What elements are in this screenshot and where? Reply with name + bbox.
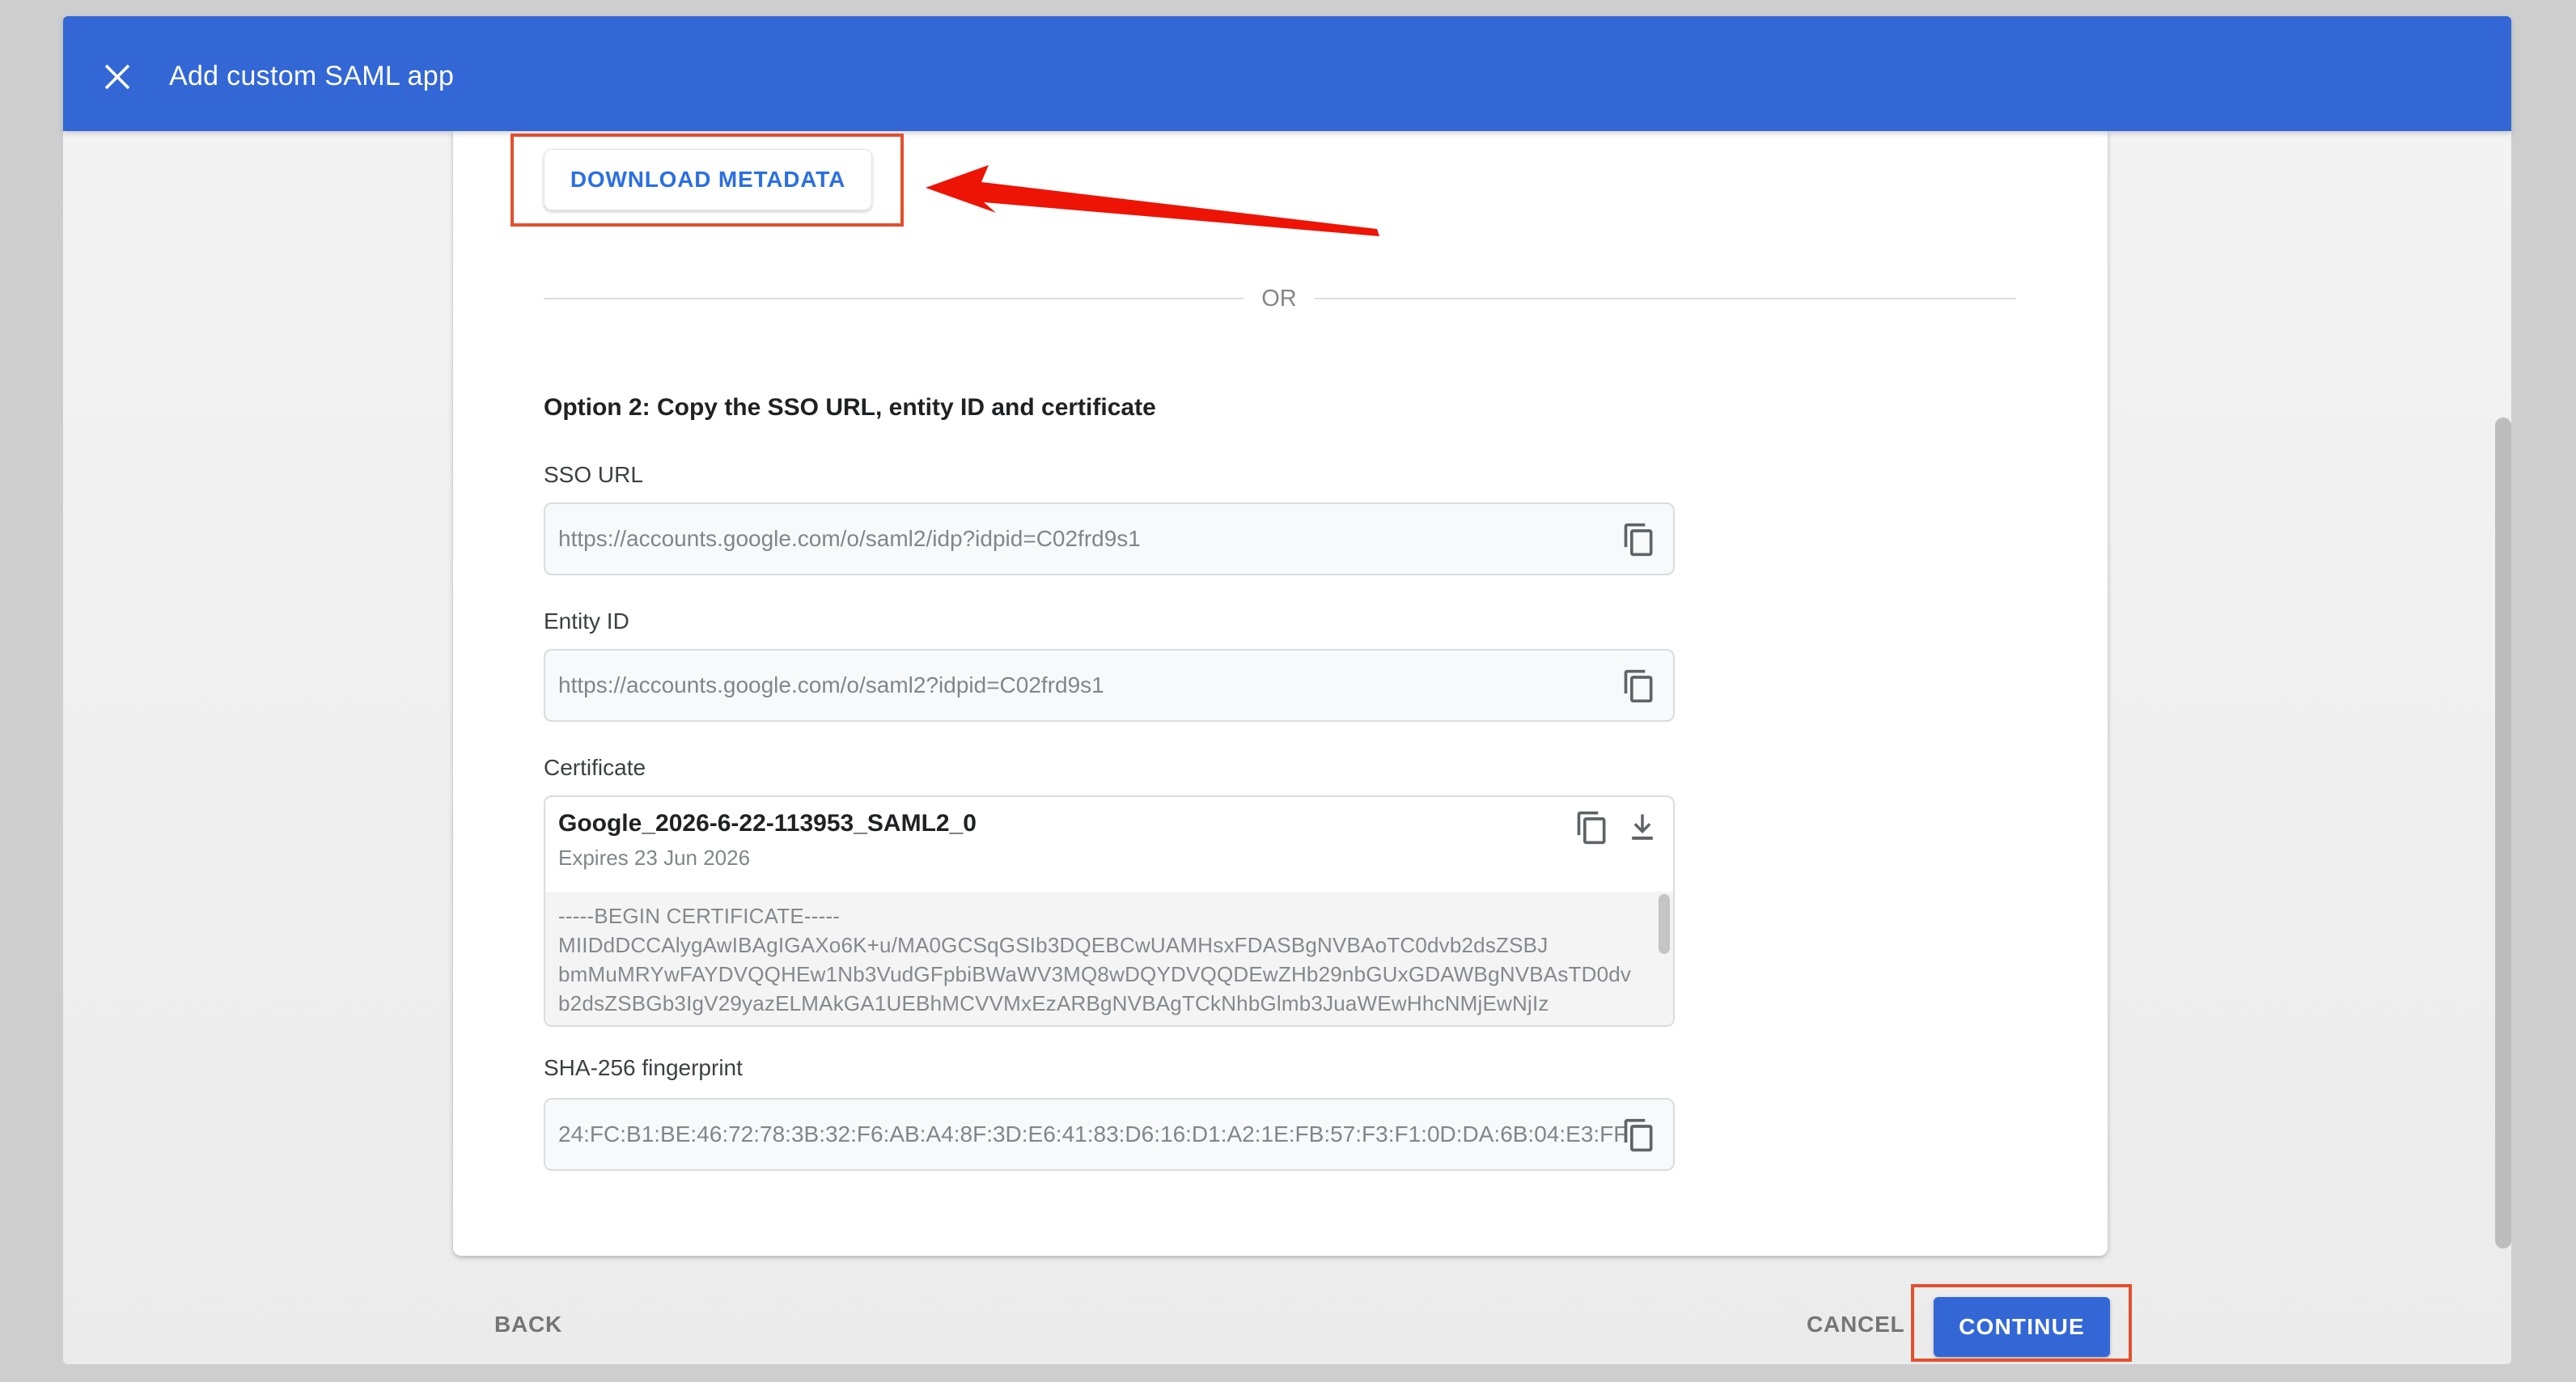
cancel-button[interactable]: CANCEL — [1807, 1308, 1904, 1341]
sso-url-label: SSO URL — [544, 462, 1110, 491]
close-icon — [97, 57, 138, 97]
sha256-label: SHA-256 fingerprint — [544, 1055, 1110, 1084]
divider-label: OR — [1244, 282, 1315, 315]
certificate-label: Certificate — [544, 755, 1110, 784]
download-icon — [1625, 808, 1660, 847]
dialog-title: Add custom SAML app — [169, 60, 454, 92]
copy-icon — [1621, 520, 1657, 559]
certificate-body-line: MIIDdDCCAlygAwIBAgIGAXo6K+u/MA0GCSqGSIb3… — [545, 931, 1673, 960]
certificate-download-button[interactable] — [1625, 808, 1660, 847]
divider-line-right — [1315, 298, 2016, 299]
option2-heading: Option 2: Copy the SSO URL, entity ID an… — [544, 394, 1838, 430]
sso-url-field: https://accounts.google.com/o/saml2/idp?… — [544, 502, 1675, 575]
certificate-body[interactable]: -----BEGIN CERTIFICATE----- MIIDdDCCAlyg… — [545, 892, 1673, 1025]
entity-id-value: https://accounts.google.com/o/saml2?idpi… — [558, 651, 1104, 720]
copy-icon — [1621, 1116, 1657, 1155]
back-button[interactable]: BACK — [494, 1308, 562, 1341]
close-button[interactable] — [97, 57, 138, 97]
divider-line-left — [544, 298, 1244, 299]
entity-id-label: Entity ID — [544, 608, 1110, 638]
certificate-scrollbar[interactable] — [1659, 894, 1670, 954]
certificate-body-line: bmMuMRYwFAYDVQQHEw1Nb3VudGFpbiBWaWV3MQ8w… — [545, 960, 1673, 989]
entity-id-field: https://accounts.google.com/o/saml2?idpi… — [544, 649, 1675, 722]
annotation-box-download-metadata — [511, 134, 904, 227]
annotation-arrow — [890, 154, 1408, 251]
copy-icon — [1621, 667, 1657, 706]
certificate-card: Google_2026-6-22-113953_SAML2_0 Expires … — [544, 795, 1675, 1027]
certificate-body-line: -----BEGIN CERTIFICATE----- — [545, 892, 1673, 931]
sso-url-value: https://accounts.google.com/o/saml2/idp?… — [558, 504, 1141, 574]
certificate-copy-button[interactable] — [1574, 808, 1610, 847]
annotation-box-continue — [1911, 1284, 2132, 1362]
certificate-name: Google_2026-6-22-113953_SAML2_0 — [558, 810, 977, 837]
sha256-field: 24:FC:B1:BE:46:72:78:3B:32:F6:AB:A4:8F:3… — [544, 1098, 1675, 1171]
sha256-value: 24:FC:B1:BE:46:72:78:3B:32:F6:AB:A4:8F:3… — [558, 1100, 1627, 1169]
sha256-copy-button[interactable] — [1621, 1116, 1657, 1155]
copy-icon — [1574, 808, 1610, 847]
sso-url-copy-button[interactable] — [1621, 520, 1657, 559]
entity-id-copy-button[interactable] — [1621, 667, 1657, 706]
dialog-scrollbar[interactable] — [2495, 418, 2511, 1248]
certificate-expiry: Expires 23 Jun 2026 — [558, 846, 750, 871]
certificate-body-line: b2dsZSBGb3IgV29yazELMAkGA1UEBhMCVVMxEzAR… — [545, 989, 1673, 1018]
